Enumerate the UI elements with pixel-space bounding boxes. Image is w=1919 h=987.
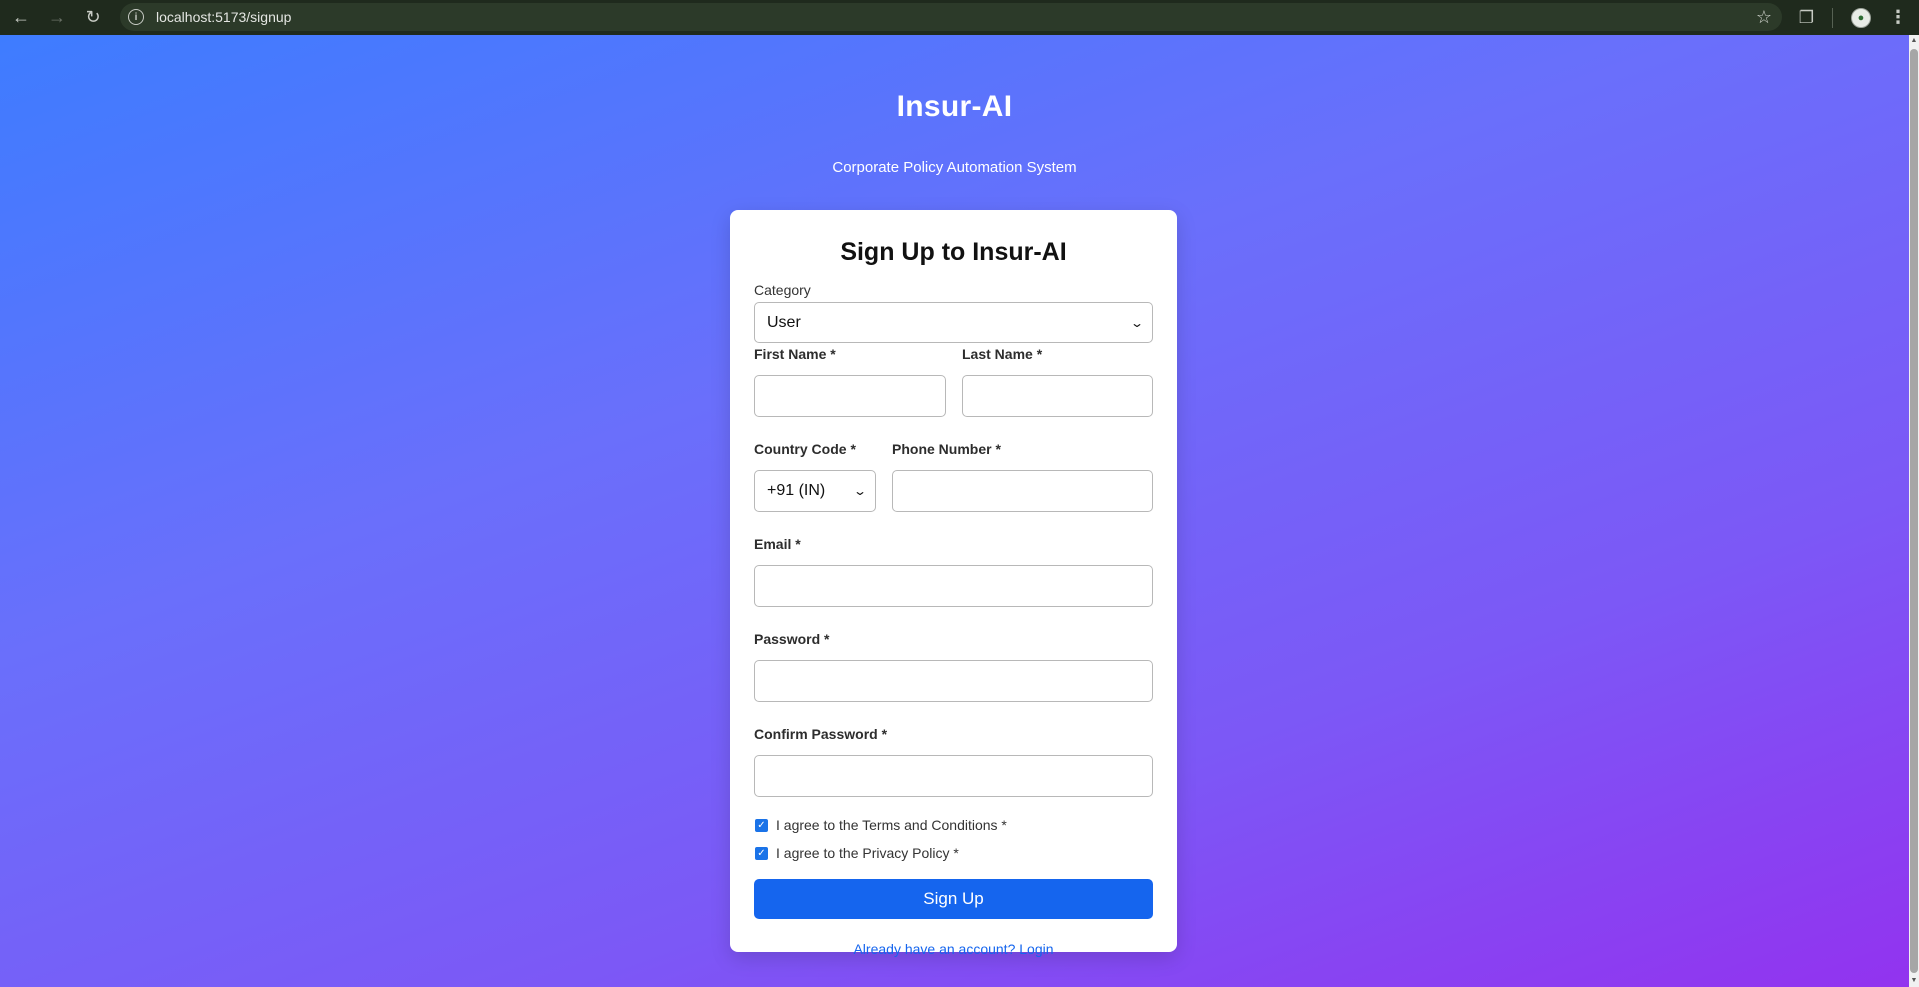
privacy-label[interactable]: I agree to the Privacy Policy * [776, 845, 959, 861]
chevron-down-icon: ⌄ [1129, 315, 1145, 330]
page-viewport: Insur-AI Corporate Policy Automation Sys… [0, 35, 1909, 987]
more-menu-icon[interactable]: ⋮ [1889, 7, 1907, 28]
email-label: Email * [754, 536, 801, 552]
browser-toolbar: ← → ↻ i localhost:5173/signup ☆ ❐ ● ⋮ [0, 0, 1919, 35]
privacy-row: ✓ I agree to the Privacy Policy * [754, 844, 1153, 862]
toolbar-divider [1832, 7, 1833, 28]
signup-title: Sign Up to Insur-AI [840, 238, 1067, 266]
country-code-label: Country Code * [754, 441, 856, 457]
bookmark-star-icon[interactable]: ☆ [1756, 7, 1772, 28]
password-field[interactable] [754, 660, 1153, 702]
brand-tagline: Corporate Policy Automation System [832, 159, 1077, 176]
forward-icon[interactable]: → [41, 1, 73, 33]
profile-avatar[interactable]: ● [1851, 7, 1871, 28]
phone-number-label: Phone Number * [892, 441, 1001, 457]
url-text: localhost:5173/signup [156, 9, 292, 25]
site-info-icon[interactable]: i [128, 9, 144, 25]
country-code-select[interactable]: +91 (IN) ⌄ [754, 470, 876, 512]
first-name-label: First Name * [754, 346, 836, 362]
toolbar-actions: ❐ ● ⋮ [1799, 0, 1907, 35]
confirm-password-field[interactable] [754, 755, 1153, 797]
privacy-checkbox[interactable]: ✓ [755, 846, 768, 860]
scrollbar-thumb[interactable] [1910, 49, 1918, 973]
terms-checkbox[interactable]: ✓ [755, 818, 768, 832]
email-field[interactable] [754, 565, 1153, 607]
signup-card: Sign Up to Insur-AI Category User ⌄ Firs… [730, 210, 1177, 957]
terms-row: ✓ I agree to the Terms and Conditions * [754, 816, 1153, 834]
scroll-down-icon[interactable]: ▼ [1910, 976, 1918, 986]
phone-number-field[interactable] [892, 470, 1153, 512]
confirm-password-label: Confirm Password * [754, 726, 888, 742]
brand-title: Insur-AI [896, 90, 1013, 123]
login-link[interactable]: Already have an account? Login [754, 940, 1153, 958]
country-code-value: +91 (IN) [767, 482, 826, 499]
last-name-field[interactable] [962, 375, 1153, 417]
chevron-down-icon: ⌄ [852, 484, 868, 498]
first-name-field[interactable] [754, 375, 946, 417]
reload-icon[interactable]: ↻ [77, 1, 109, 33]
category-select[interactable]: User ⌄ [754, 302, 1153, 343]
category-label: Category [754, 282, 811, 298]
back-icon[interactable]: ← [5, 1, 37, 33]
category-value: User [767, 313, 801, 331]
page-scrollbar[interactable]: ▲ ▼ [1909, 35, 1919, 987]
terms-label[interactable]: I agree to the Terms and Conditions * [776, 817, 1007, 833]
address-bar[interactable]: i localhost:5173/signup ☆ [120, 3, 1782, 31]
scroll-up-icon[interactable]: ▲ [1910, 36, 1918, 46]
last-name-label: Last Name * [962, 346, 1043, 362]
extensions-icon[interactable]: ❐ [1799, 8, 1814, 28]
password-label: Password * [754, 631, 830, 647]
signup-button[interactable]: Sign Up [754, 879, 1153, 919]
